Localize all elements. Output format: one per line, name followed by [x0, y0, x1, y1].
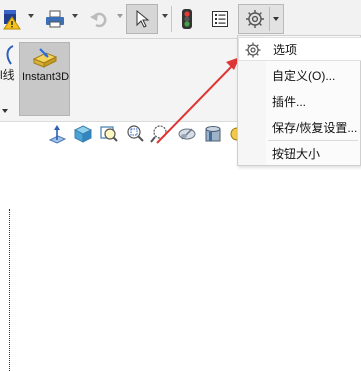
- menu-item-label: 自定义(O)...: [272, 68, 336, 83]
- menu-item-label: 插件...: [272, 94, 307, 109]
- menu-item-addins[interactable]: 插件...: [238, 89, 361, 113]
- menu-item-save-restore-settings[interactable]: 保存/恢复设置...: [238, 115, 361, 139]
- menu-item-label: 选项: [273, 42, 298, 57]
- options-dropdown-menu: 选项 自定义(O)... 插件... 保存/恢复设置... 按钮大小: [237, 35, 361, 166]
- arrow-shaft: [156, 65, 233, 144]
- menu-item-customize[interactable]: 自定义(O)...: [238, 63, 361, 87]
- menu-item-options[interactable]: 选项: [238, 37, 361, 61]
- gear-icon: [245, 42, 261, 58]
- menu-item-label: 按钮大小: [272, 146, 321, 161]
- menu-item-button-size[interactable]: 按钮大小: [238, 141, 361, 165]
- menu-item-label: 保存/恢复设置...: [272, 120, 358, 135]
